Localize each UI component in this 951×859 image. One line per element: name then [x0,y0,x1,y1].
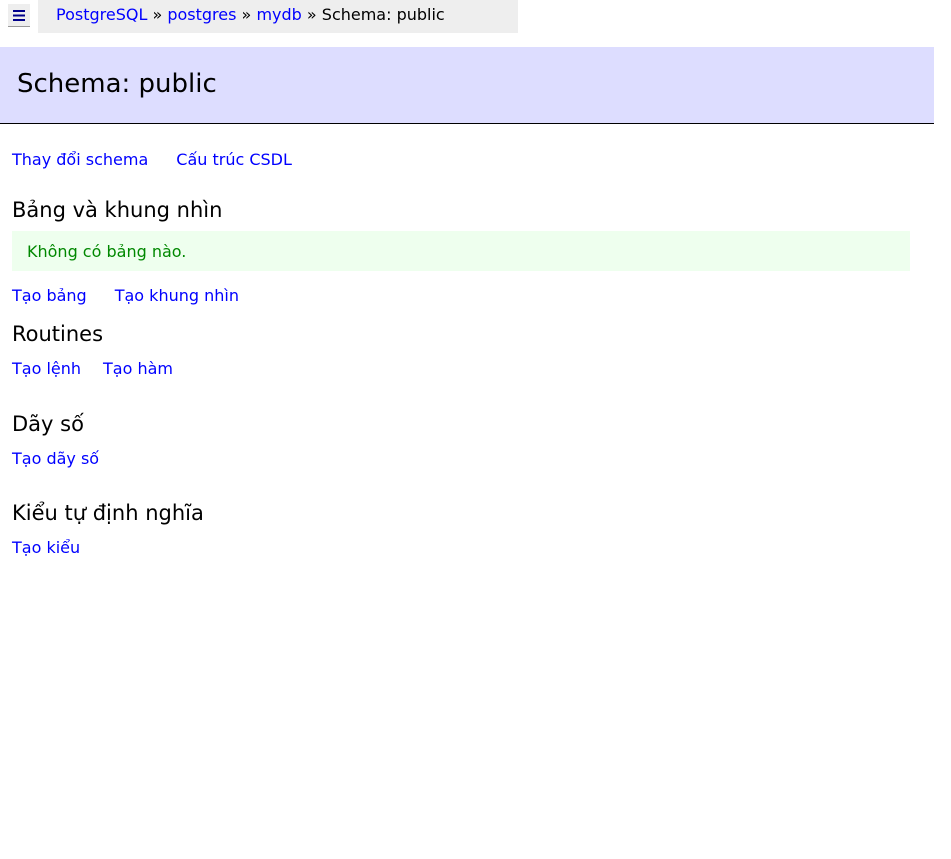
top-links: Thay đổi schema Cấu trúc CSDL [12,150,910,198]
breadcrumb-database[interactable]: mydb [256,5,301,24]
create-sequence-link[interactable]: Tạo dãy số [12,449,99,468]
create-table-link[interactable]: Tạo bảng [12,286,87,305]
sequences-heading: Dãy số [12,412,84,436]
menu-button[interactable] [8,4,30,27]
breadcrumb-server[interactable]: postgres [167,5,236,24]
types-links: Tạo kiểu [12,538,910,557]
no-tables-message: Không có bảng nào. [12,231,910,271]
content: Thay đổi schema Cấu trúc CSDL Bảng và khu… [12,150,910,557]
breadcrumb-current: Schema: public [321,5,445,24]
breadcrumb-separator: » [301,5,322,24]
alter-schema-link[interactable]: Thay đổi schema [12,150,148,169]
breadcrumb: PostgreSQL » postgres » mydb » Schema: p… [38,0,518,33]
create-view-link[interactable]: Tạo khung nhìn [115,286,239,305]
create-function-link[interactable]: Tạo hàm [103,359,173,378]
create-procedure-link[interactable]: Tạo lệnh [12,359,81,378]
tables-heading: Bảng và khung nhìn [12,198,223,222]
hamburger-icon [13,9,25,21]
routines-heading: Routines [12,322,104,346]
database-schema-link[interactable]: Cấu trúc CSDL [176,150,292,169]
breadcrumb-separator: » [236,5,257,24]
breadcrumb-postgresql[interactable]: PostgreSQL [56,5,147,24]
page-header: Schema: public [0,47,934,124]
types-heading: Kiểu tự định nghĩa [12,501,204,525]
routines-links: Tạo lệnh Tạo hàm [12,359,910,412]
create-type-link[interactable]: Tạo kiểu [12,538,80,557]
page-title: Schema: public [17,69,217,99]
breadcrumb-separator: » [147,5,168,24]
sequences-links: Tạo dãy số [12,449,910,501]
tables-links: Tạo bảng Tạo khung nhìn [12,286,910,322]
